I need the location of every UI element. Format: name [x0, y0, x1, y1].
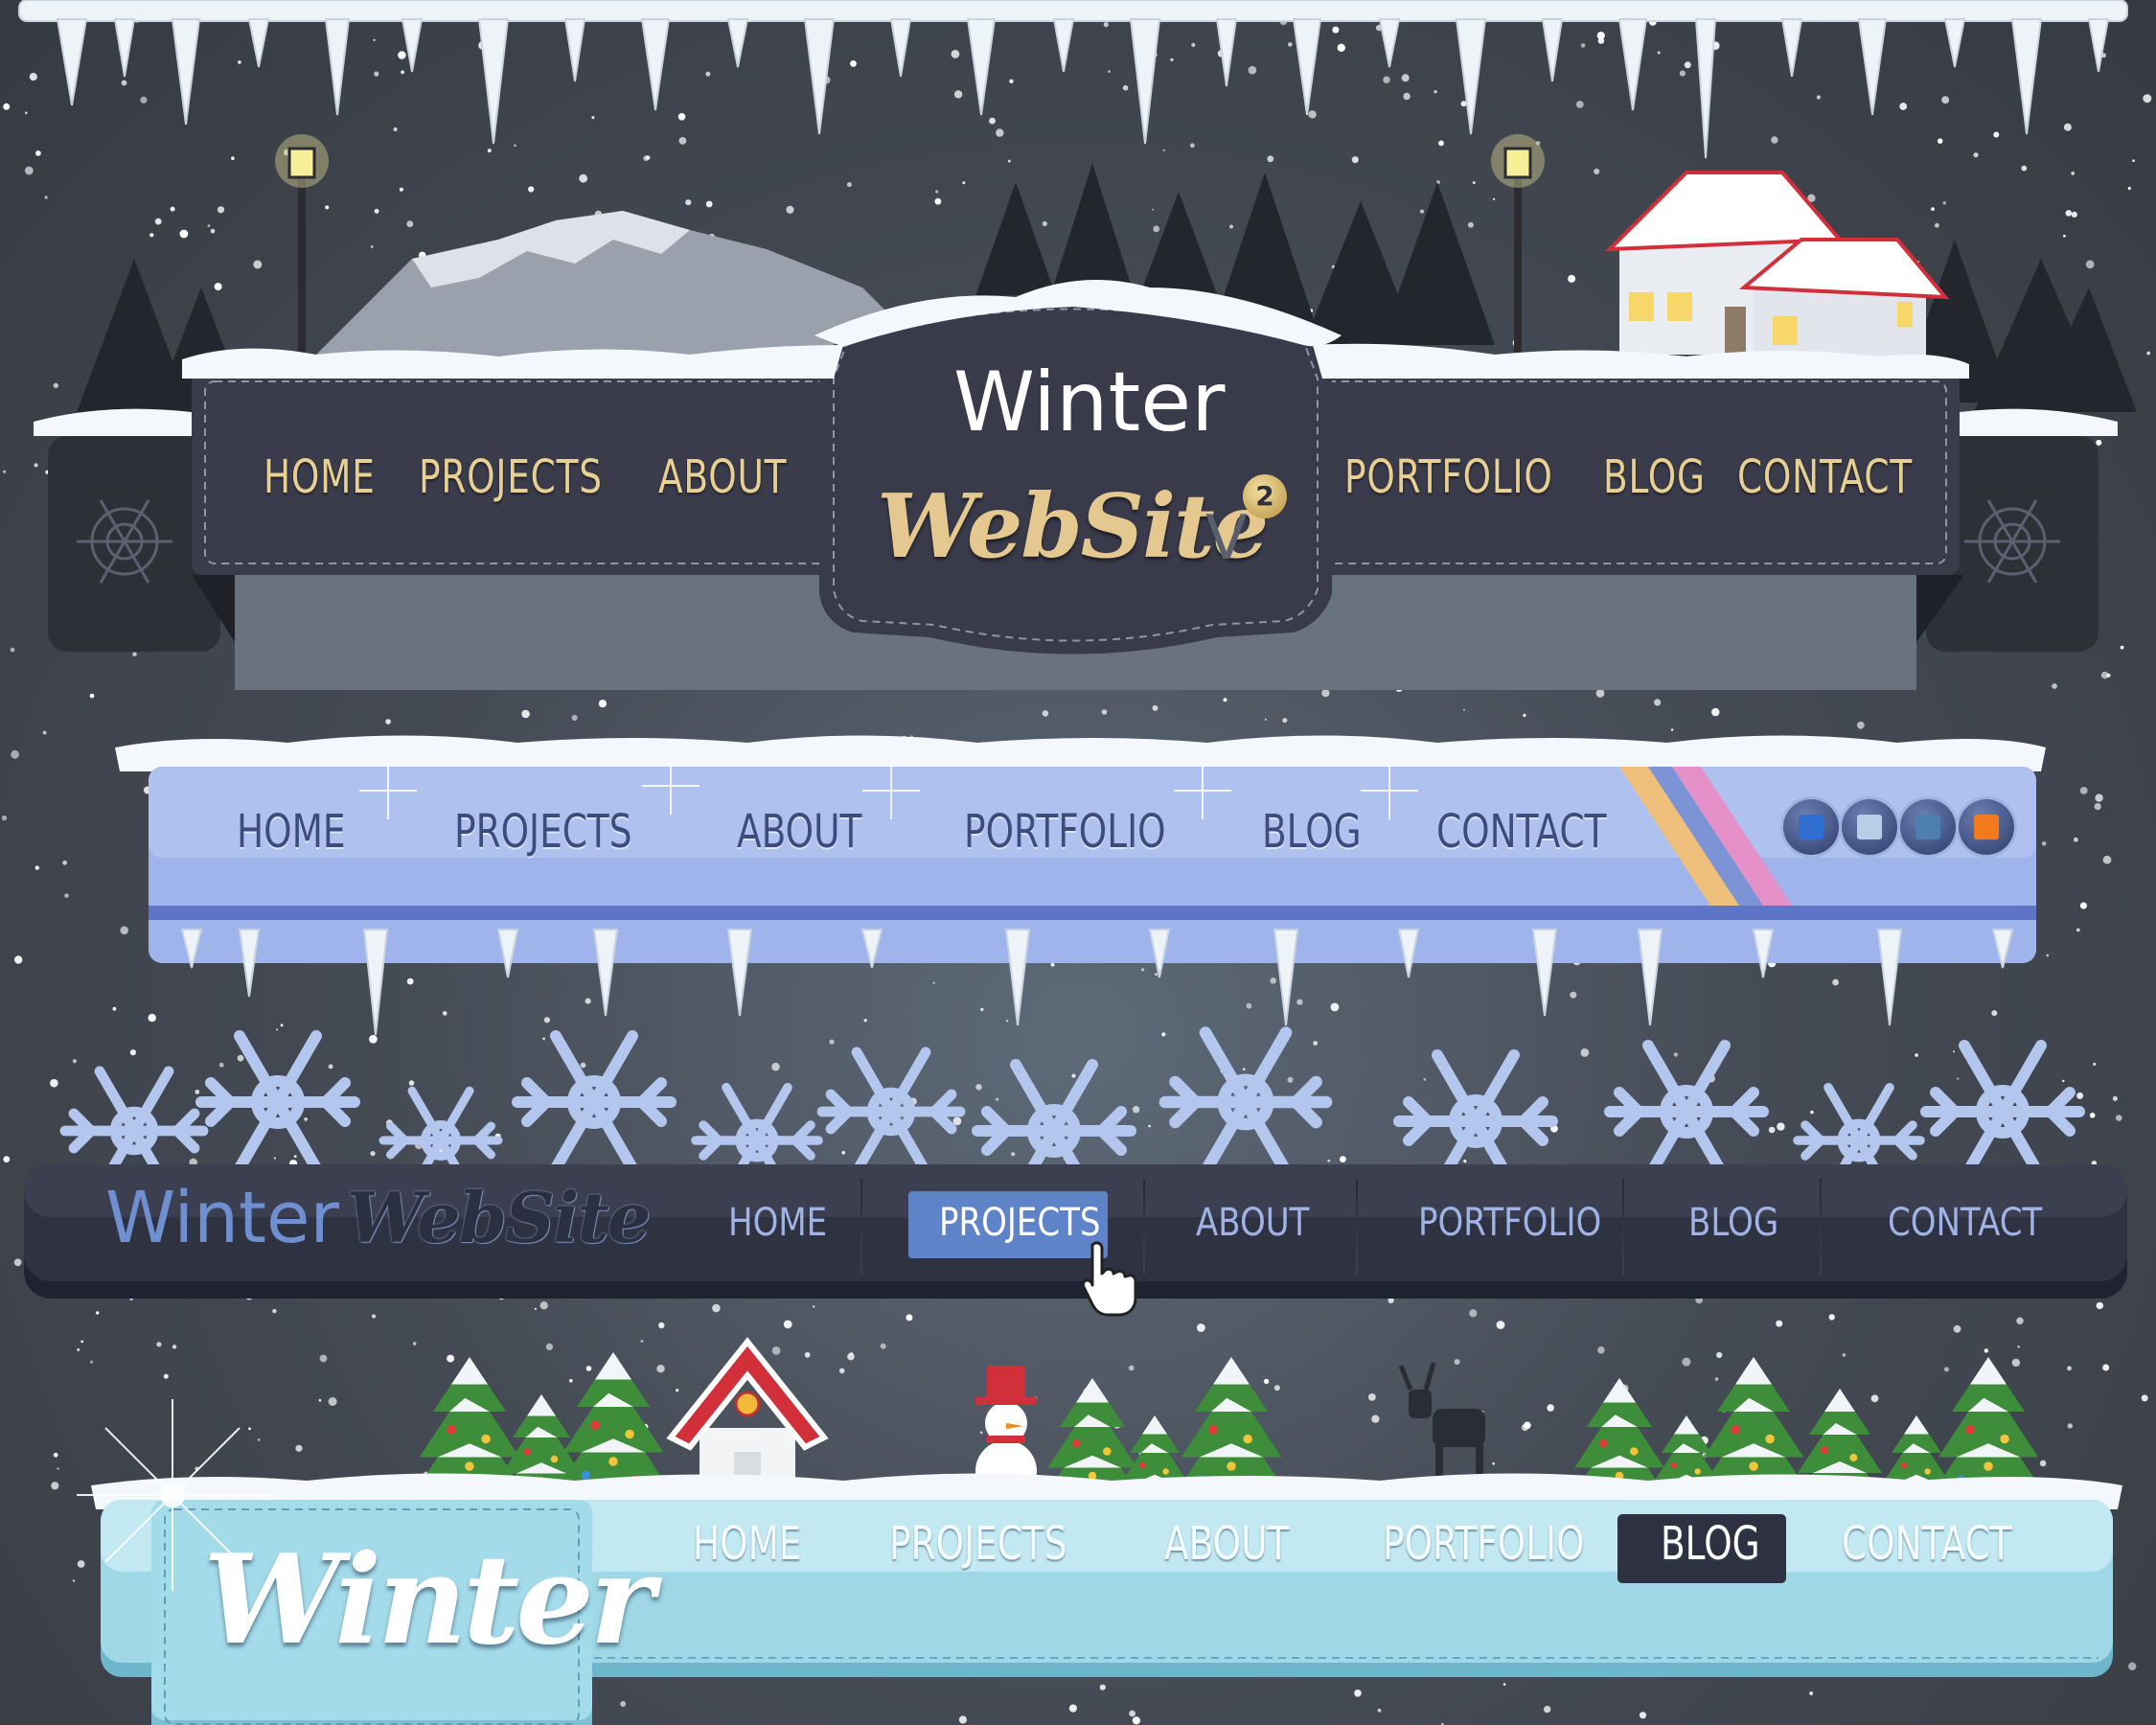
brand-website: WebSite [347, 1177, 652, 1258]
nav4-about-link[interactable]: ABOUT [1164, 1517, 1289, 1571]
nav1-blog-link[interactable]: BLOG [1603, 450, 1706, 504]
nav2-contact-link[interactable]: CONTACT [1436, 805, 1607, 859]
version-letter: V [1205, 503, 1248, 574]
nav4-blog-link[interactable]: BLOG [1661, 1517, 1760, 1571]
version-badge: 2 [1243, 474, 1287, 518]
color-swatch-1[interactable] [1783, 799, 1839, 855]
nav4-home-link[interactable]: HOME [693, 1517, 802, 1571]
nav3-portfolio-link[interactable]: PORTFOLIO [1418, 1201, 1601, 1245]
nav3-separator [1622, 1179, 1624, 1275]
nav3-blog-link[interactable]: BLOG [1688, 1201, 1778, 1245]
nav2-about-link[interactable]: ABOUT [737, 805, 861, 859]
nav2-projects-link[interactable]: PROJECTS [454, 805, 632, 859]
brand-title: Winter [953, 355, 1226, 450]
brand-winter: Winter [203, 1529, 654, 1672]
header-scene [18, 0, 2137, 690]
nav3-home-link[interactable]: HOME [728, 1201, 827, 1245]
reindeer-icon [1398, 1362, 1485, 1481]
hand-pointer-icon [1081, 1241, 1137, 1317]
color-swatch-2[interactable] [1842, 799, 1897, 855]
brand-winter: Winter [105, 1177, 339, 1259]
nav2-home-link[interactable]: HOME [237, 805, 346, 859]
nav1-contact-link[interactable]: CONTACT [1737, 450, 1913, 504]
nav3-about-link[interactable]: ABOUT [1196, 1201, 1309, 1245]
nav2-portfolio-link[interactable]: PORTFOLIO [964, 805, 1166, 859]
nav1-portfolio-link[interactable]: PORTFOLIO [1344, 450, 1553, 504]
nav3-separator [1143, 1179, 1145, 1275]
nav4-contact-link[interactable]: CONTACT [1842, 1517, 2012, 1571]
nav3-contact-link[interactable]: CONTACT [1888, 1201, 2042, 1245]
nav4-projects-link[interactable]: PROJECTS [889, 1517, 1067, 1571]
nav2-blog-link[interactable]: BLOG [1262, 805, 1362, 859]
icicle-icon [18, 0, 2128, 159]
nav1-projects-link[interactable]: PROJECTS [419, 450, 603, 504]
nav3-separator [1356, 1179, 1358, 1275]
nav4-portfolio-link[interactable]: PORTFOLIO [1383, 1517, 1585, 1571]
nav1-home-link[interactable]: HOME [264, 450, 376, 504]
color-swatch-4[interactable] [1959, 799, 2014, 855]
nav3-separator [1820, 1179, 1822, 1275]
nav1-about-link[interactable]: ABOUT [658, 450, 787, 504]
nav3-projects-link[interactable]: PROJECTS [939, 1201, 1100, 1245]
color-swatch-3[interactable] [1900, 799, 1956, 855]
nav3-separator [860, 1179, 862, 1275]
house-icon [1604, 171, 1950, 364]
